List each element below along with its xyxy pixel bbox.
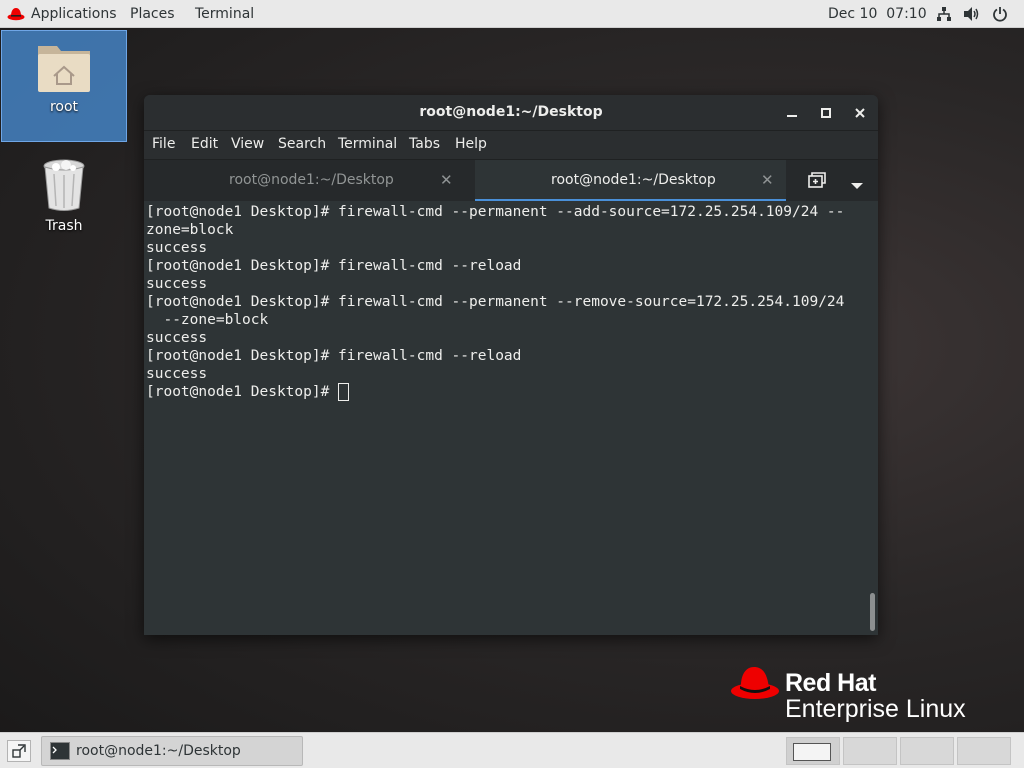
desktop-icon-root[interactable]: root bbox=[1, 30, 127, 142]
volume-icon[interactable] bbox=[963, 5, 981, 23]
maximize-button[interactable] bbox=[816, 103, 836, 123]
workspace-window-thumb bbox=[793, 743, 831, 761]
menu-edit[interactable]: Edit bbox=[191, 136, 218, 152]
show-desktop-button[interactable] bbox=[7, 740, 31, 762]
text-cursor bbox=[338, 383, 350, 401]
trash-icon bbox=[42, 158, 86, 212]
terminal-line: success bbox=[146, 276, 208, 292]
places-menu[interactable]: Places bbox=[130, 5, 175, 23]
tab-1[interactable]: root@node1:~/Desktop ✕ bbox=[144, 160, 475, 202]
home-folder-icon bbox=[35, 40, 93, 94]
tab-menu-chevron-down-icon[interactable] bbox=[851, 175, 863, 194]
terminal-line: [root@node1 Desktop]# firewall-cmd --rel… bbox=[146, 348, 522, 364]
tab-close-icon[interactable]: ✕ bbox=[440, 171, 453, 189]
desktop-icon-label: Trash bbox=[45, 218, 83, 234]
terminal-icon bbox=[50, 742, 70, 764]
terminal-line: [root@node1 Desktop]# firewall-cmd --per… bbox=[146, 204, 845, 220]
terminal-prompt: [root@node1 Desktop]# bbox=[146, 384, 339, 400]
redhat-logo-icon[interactable] bbox=[7, 7, 25, 25]
terminal-line: --zone=block bbox=[146, 312, 269, 328]
network-icon[interactable] bbox=[935, 5, 953, 23]
minimize-button[interactable] bbox=[782, 103, 802, 123]
desktop-icon-trash[interactable]: Trash bbox=[1, 156, 127, 242]
tab-bar: root@node1:~/Desktop ✕ root@node1:~/Desk… bbox=[144, 159, 878, 202]
brand-line-1: Red Hat bbox=[785, 669, 876, 697]
power-icon[interactable] bbox=[991, 5, 1009, 23]
taskbar-window-button[interactable]: root@node1:~/Desktop bbox=[41, 736, 303, 766]
terminal-line: [root@node1 Desktop]# firewall-cmd --rel… bbox=[146, 258, 522, 274]
menu-tabs[interactable]: Tabs bbox=[409, 136, 440, 152]
menu-search[interactable]: Search bbox=[278, 136, 326, 152]
tab-label: root@node1:~/Desktop bbox=[551, 172, 716, 188]
clock[interactable]: Dec 10 07:10 bbox=[828, 5, 927, 23]
workspace-3[interactable] bbox=[900, 737, 954, 765]
workspace-2[interactable] bbox=[843, 737, 897, 765]
terminal-app-menu[interactable]: Terminal bbox=[195, 5, 254, 23]
redhat-logo-icon bbox=[730, 664, 780, 706]
menubar: File Edit View Search Terminal Tabs Help bbox=[144, 131, 878, 159]
tab-close-icon[interactable]: ✕ bbox=[761, 171, 774, 189]
window-title: root@node1:~/Desktop bbox=[419, 104, 603, 120]
desktop-icon-label: root bbox=[49, 99, 79, 115]
applications-menu[interactable]: Applications bbox=[31, 5, 117, 23]
terminal-window: root@node1:~/Desktop File Edit View Sear… bbox=[144, 95, 878, 635]
bottom-panel: root@node1:~/Desktop bbox=[0, 732, 1024, 768]
tab-label: root@node1:~/Desktop bbox=[229, 172, 394, 188]
close-button[interactable] bbox=[850, 103, 870, 123]
terminal-line: [root@node1 Desktop]# firewall-cmd --per… bbox=[146, 294, 845, 310]
terminal-line: success bbox=[146, 366, 208, 382]
menu-terminal[interactable]: Terminal bbox=[338, 136, 397, 152]
scrollbar[interactable] bbox=[870, 593, 875, 631]
workspace-1[interactable] bbox=[786, 737, 840, 765]
brand-line-2: Enterprise Linux bbox=[785, 695, 966, 723]
terminal-line: success bbox=[146, 330, 208, 346]
menu-view[interactable]: View bbox=[231, 136, 264, 152]
taskbar-window-label: root@node1:~/Desktop bbox=[76, 743, 241, 759]
top-panel: Applications Places Terminal Dec 10 07:1… bbox=[0, 0, 1024, 28]
tab-2[interactable]: root@node1:~/Desktop ✕ bbox=[475, 160, 786, 202]
terminal-output[interactable]: [root@node1 Desktop]# firewall-cmd --per… bbox=[144, 201, 868, 635]
terminal-line: success bbox=[146, 240, 208, 256]
menu-file[interactable]: File bbox=[152, 136, 175, 152]
redhat-brand: Red Hat Enterprise Linux bbox=[730, 664, 990, 724]
workspace-4[interactable] bbox=[957, 737, 1011, 765]
terminal-prompt-line: [root@node1 Desktop]# bbox=[146, 383, 868, 401]
menu-help[interactable]: Help bbox=[455, 136, 487, 152]
new-tab-icon[interactable] bbox=[808, 172, 826, 190]
terminal-line: zone=block bbox=[146, 222, 234, 238]
window-titlebar[interactable]: root@node1:~/Desktop bbox=[144, 95, 878, 131]
